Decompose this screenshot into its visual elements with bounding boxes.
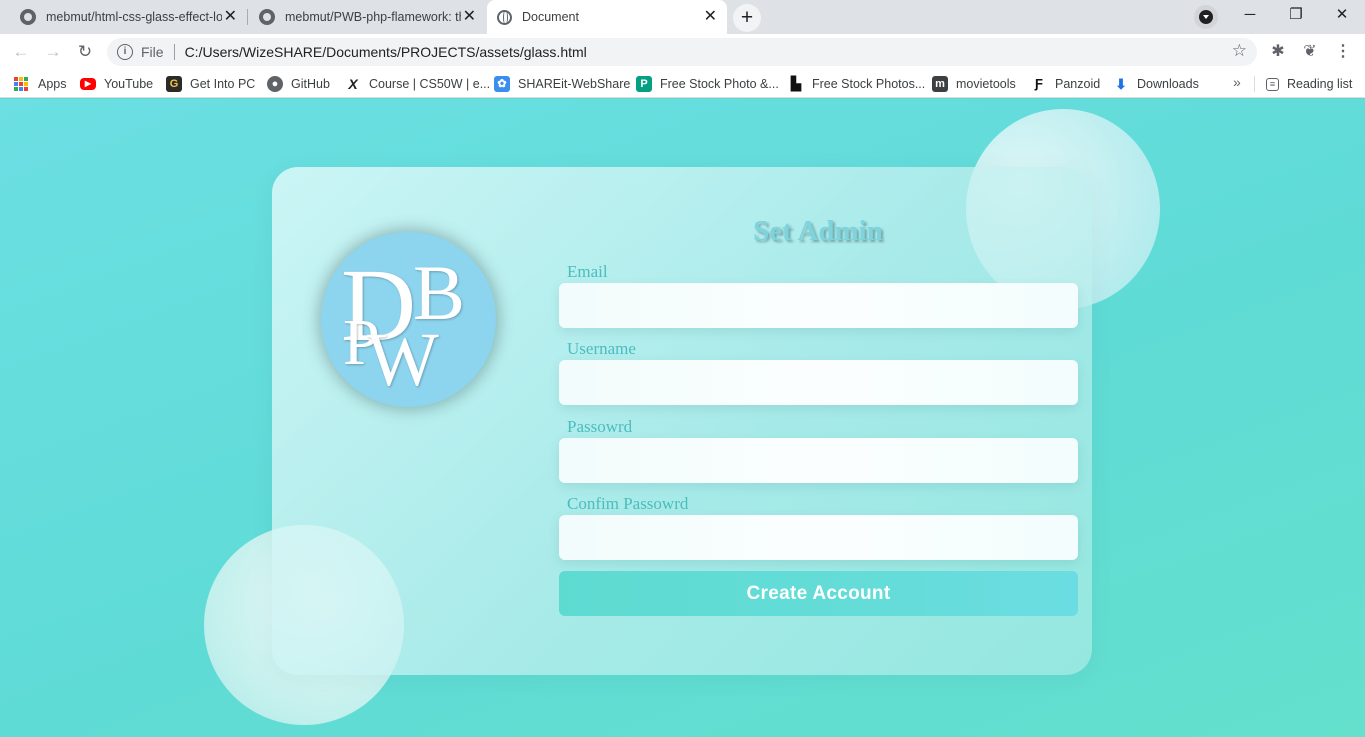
bookmark-pexels[interactable]: P Free Stock Photo &... bbox=[636, 75, 779, 93]
tab-html-css-glass-effect[interactable]: mebmut/html-css-glass-effect-lo ✕ bbox=[12, 0, 248, 34]
omnibox-separator bbox=[173, 44, 175, 60]
tab-separator bbox=[247, 9, 248, 25]
github-icon bbox=[259, 9, 275, 25]
browser-toolbar: ← → ↻ i File C:/Users/WizeSHARE/Document… bbox=[0, 34, 1365, 70]
tab-title: mebmut/PWB-php-flamework: th bbox=[285, 10, 461, 24]
menu-kebab-icon[interactable]: ⋮ bbox=[1331, 40, 1355, 64]
minimize-button[interactable]: ─ bbox=[1227, 0, 1273, 30]
close-window-button[interactable]: ✕ bbox=[1319, 0, 1365, 30]
reading-list-button[interactable]: ≡ Reading list bbox=[1266, 75, 1352, 93]
username-field[interactable] bbox=[559, 360, 1078, 405]
more-bookmarks-chevron-icon[interactable]: » bbox=[1233, 74, 1241, 90]
bookmarks-divider bbox=[1254, 76, 1255, 92]
bookmark-unsplash[interactable]: ▙ Free Stock Photos... bbox=[788, 75, 925, 93]
create-account-button[interactable]: Create Account bbox=[559, 571, 1078, 616]
info-icon[interactable]: i bbox=[117, 44, 133, 60]
bookmark-label: Course | CS50W | e... bbox=[369, 77, 491, 91]
scheme-label: File bbox=[141, 44, 164, 60]
bookmark-label: Downloads bbox=[1137, 77, 1199, 91]
bookmark-label: Free Stock Photos... bbox=[812, 77, 926, 91]
url-text[interactable]: C:/Users/WizeSHARE/Documents/PROJECTS/as… bbox=[185, 44, 587, 60]
password-label: Passowrd bbox=[567, 417, 633, 436]
tab-search-button[interactable] bbox=[1194, 5, 1218, 29]
bookmark-label: Free Stock Photo &... bbox=[660, 77, 779, 91]
globe-icon bbox=[497, 9, 512, 25]
email-field[interactable] bbox=[559, 283, 1078, 328]
form-title: Set Admin bbox=[753, 215, 883, 247]
bookmark-apps[interactable]: Apps bbox=[14, 75, 67, 93]
new-tab-button[interactable]: + bbox=[733, 4, 761, 32]
close-tab-icon[interactable]: ✕ bbox=[463, 8, 476, 26]
bookmark-panzoid[interactable]: Ƒ Panzoid bbox=[1031, 75, 1100, 93]
bookmark-label: Panzoid bbox=[1055, 77, 1101, 91]
panzoid-icon: Ƒ bbox=[1031, 76, 1047, 92]
apps-grid-icon bbox=[14, 77, 28, 91]
extension-icon[interactable]: ❦ bbox=[1298, 40, 1322, 64]
address-bar[interactable]: i File C:/Users/WizeSHARE/Documents/PROJ… bbox=[107, 38, 1257, 66]
bookmarks-bar: Apps ▶ YouTube G Get Into PC ● GitHub X … bbox=[0, 70, 1365, 98]
tab-pwb-php-flamework[interactable]: mebmut/PWB-php-flamework: th ✕ bbox=[251, 0, 486, 34]
reload-button[interactable]: ↻ bbox=[73, 40, 97, 64]
bookmark-movietools[interactable]: m movietools bbox=[932, 75, 1016, 93]
pexels-icon: P bbox=[636, 76, 652, 92]
tab-title: Document bbox=[522, 10, 579, 24]
username-label: Username bbox=[567, 339, 636, 358]
bookmark-shareit[interactable]: ✿ SHAREit-WebShare bbox=[494, 75, 630, 93]
bookmark-downloads[interactable]: ⬇ Downloads bbox=[1113, 75, 1199, 93]
bookmark-cs50w[interactable]: X Course | CS50W | e... bbox=[345, 75, 490, 93]
bookmark-label: Apps bbox=[38, 77, 67, 91]
unsplash-icon: ▙ bbox=[788, 76, 804, 92]
restore-button[interactable]: ❐ bbox=[1273, 0, 1319, 30]
youtube-icon: ▶ bbox=[80, 78, 96, 90]
confirm-password-label: Confim Passowrd bbox=[567, 494, 689, 513]
tab-title: mebmut/html-css-glass-effect-lo bbox=[46, 10, 222, 24]
extensions-puzzle-icon[interactable]: ✱ bbox=[1266, 40, 1290, 64]
movietools-icon: m bbox=[932, 76, 948, 92]
tab-strip: mebmut/html-css-glass-effect-lo ✕ mebmut… bbox=[0, 0, 1365, 34]
email-label: Email bbox=[567, 262, 608, 281]
bookmark-label: Get Into PC bbox=[190, 77, 256, 91]
github-icon: ● bbox=[267, 76, 283, 92]
confirm-password-field[interactable] bbox=[559, 515, 1078, 560]
bookmark-github[interactable]: ● GitHub bbox=[267, 75, 330, 93]
forward-button[interactable]: → bbox=[41, 40, 65, 64]
bookmark-label: GitHub bbox=[291, 77, 330, 91]
page-viewport bbox=[0, 99, 1365, 737]
bookmark-star-icon[interactable]: ☆ bbox=[1232, 41, 1247, 61]
edx-icon: X bbox=[345, 76, 361, 92]
password-field[interactable] bbox=[559, 438, 1078, 483]
logo: D B P W bbox=[321, 232, 496, 407]
bookmark-getintopc[interactable]: G Get Into PC bbox=[166, 75, 255, 93]
close-tab-icon[interactable]: ✕ bbox=[224, 8, 237, 26]
bookmark-label: YouTube bbox=[104, 77, 154, 91]
reading-list-label: Reading list bbox=[1287, 77, 1353, 91]
bookmark-youtube[interactable]: ▶ YouTube bbox=[80, 75, 153, 93]
close-tab-icon[interactable]: ✕ bbox=[704, 8, 717, 26]
github-icon bbox=[20, 9, 36, 25]
shareit-icon: ✿ bbox=[494, 76, 510, 92]
bookmark-label: movietools bbox=[956, 77, 1016, 91]
getintopc-icon: G bbox=[166, 76, 182, 92]
download-icon: ⬇ bbox=[1113, 76, 1129, 92]
logo-letter: W bbox=[367, 318, 439, 402]
bookmark-label: SHAREit-WebShare bbox=[518, 77, 631, 91]
tab-document[interactable]: Document ✕ bbox=[487, 0, 727, 34]
back-button[interactable]: ← bbox=[9, 40, 33, 64]
reading-list-icon: ≡ bbox=[1266, 77, 1279, 91]
